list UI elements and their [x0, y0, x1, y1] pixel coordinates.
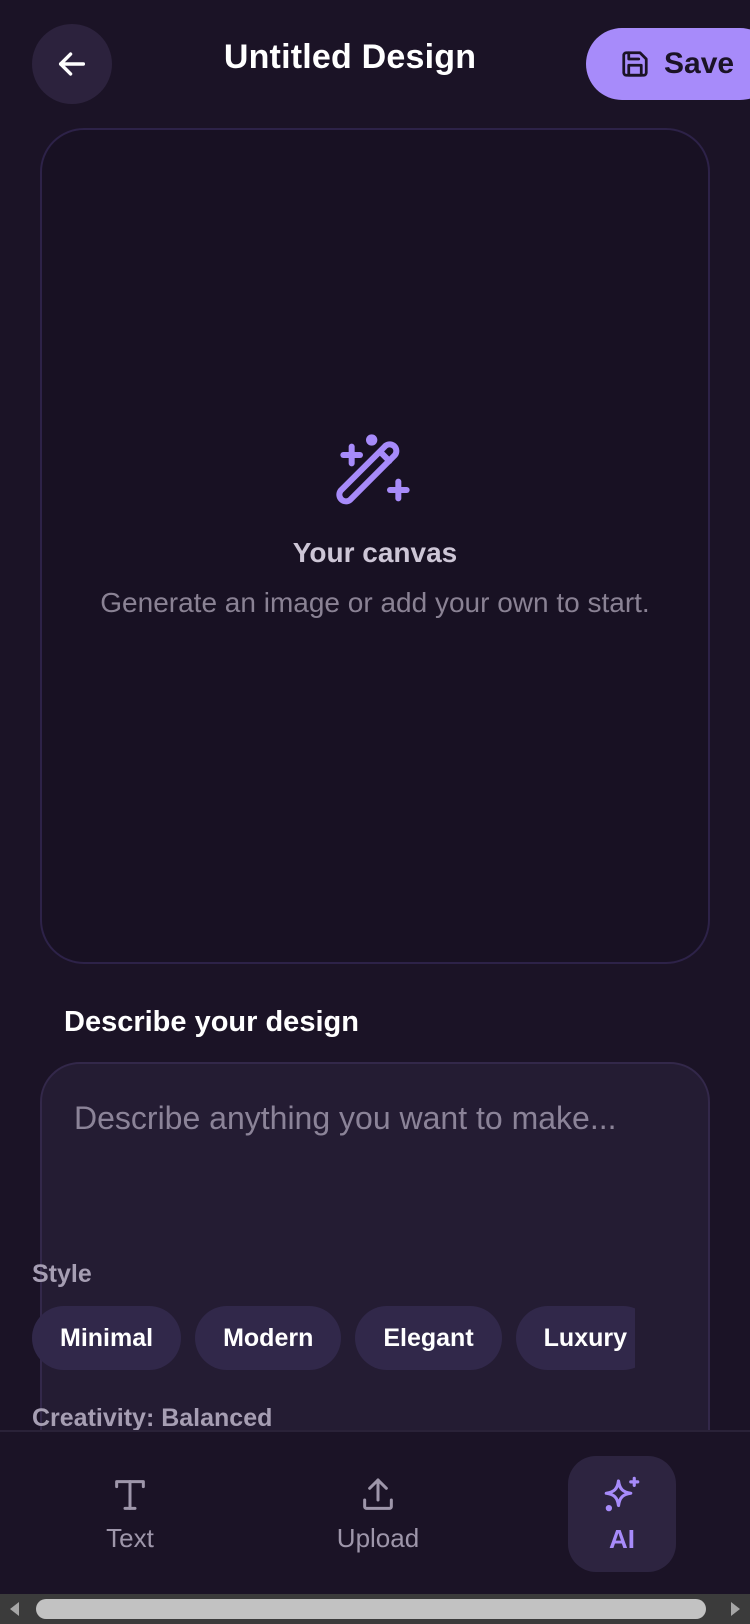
text-icon [110, 1475, 150, 1515]
toolbar-text-button[interactable]: Text [76, 1456, 184, 1572]
sparkle-icon [601, 1474, 643, 1516]
save-button-label: Save [664, 47, 735, 80]
style-label: Style [32, 1260, 92, 1288]
save-button[interactable]: Save [586, 28, 750, 100]
design-canvas[interactable]: Your canvas Generate an image or add you… [40, 128, 710, 964]
bottom-toolbar: Text Upload AI [0, 1430, 750, 1596]
canvas-title: Your canvas [292, 537, 458, 568]
describe-label: Describe your design [64, 1006, 359, 1038]
canvas-empty-state: Your canvas Generate an image or add you… [42, 430, 708, 623]
toolbar-ai-label: AI [609, 1523, 635, 1554]
scroll-right-arrow-icon[interactable] [731, 1602, 740, 1616]
floppy-disk-icon [620, 49, 650, 79]
creativity-label: Creativity: Balanced [32, 1404, 273, 1432]
magic-wand-icon [335, 430, 415, 515]
toolbar-text-label: Text [106, 1522, 154, 1553]
design-editor-screen: Untitled Design Save Your canvas Generat… [0, 0, 750, 1624]
style-chip-modern[interactable]: Modern [195, 1306, 342, 1370]
style-chip-luxury[interactable]: Luxury [515, 1306, 635, 1370]
canvas-subtitle: Generate an image or add your own to sta… [100, 587, 650, 618]
upload-icon [358, 1475, 398, 1515]
toolbar-ai-button[interactable]: AI [568, 1456, 676, 1572]
horizontal-scrollbar[interactable] [0, 1594, 750, 1624]
toolbar-upload-button[interactable]: Upload [323, 1456, 433, 1572]
style-chip-minimal[interactable]: Minimal [32, 1306, 182, 1370]
style-chip-elegant[interactable]: Elegant [355, 1306, 502, 1370]
prompt-input[interactable] [74, 1100, 674, 1220]
style-chip-list: Minimal Modern Elegant Luxury [32, 1306, 635, 1372]
toolbar-upload-label: Upload [336, 1522, 420, 1553]
scroll-left-arrow-icon[interactable] [10, 1602, 19, 1616]
scrollbar-thumb[interactable] [36, 1599, 706, 1619]
